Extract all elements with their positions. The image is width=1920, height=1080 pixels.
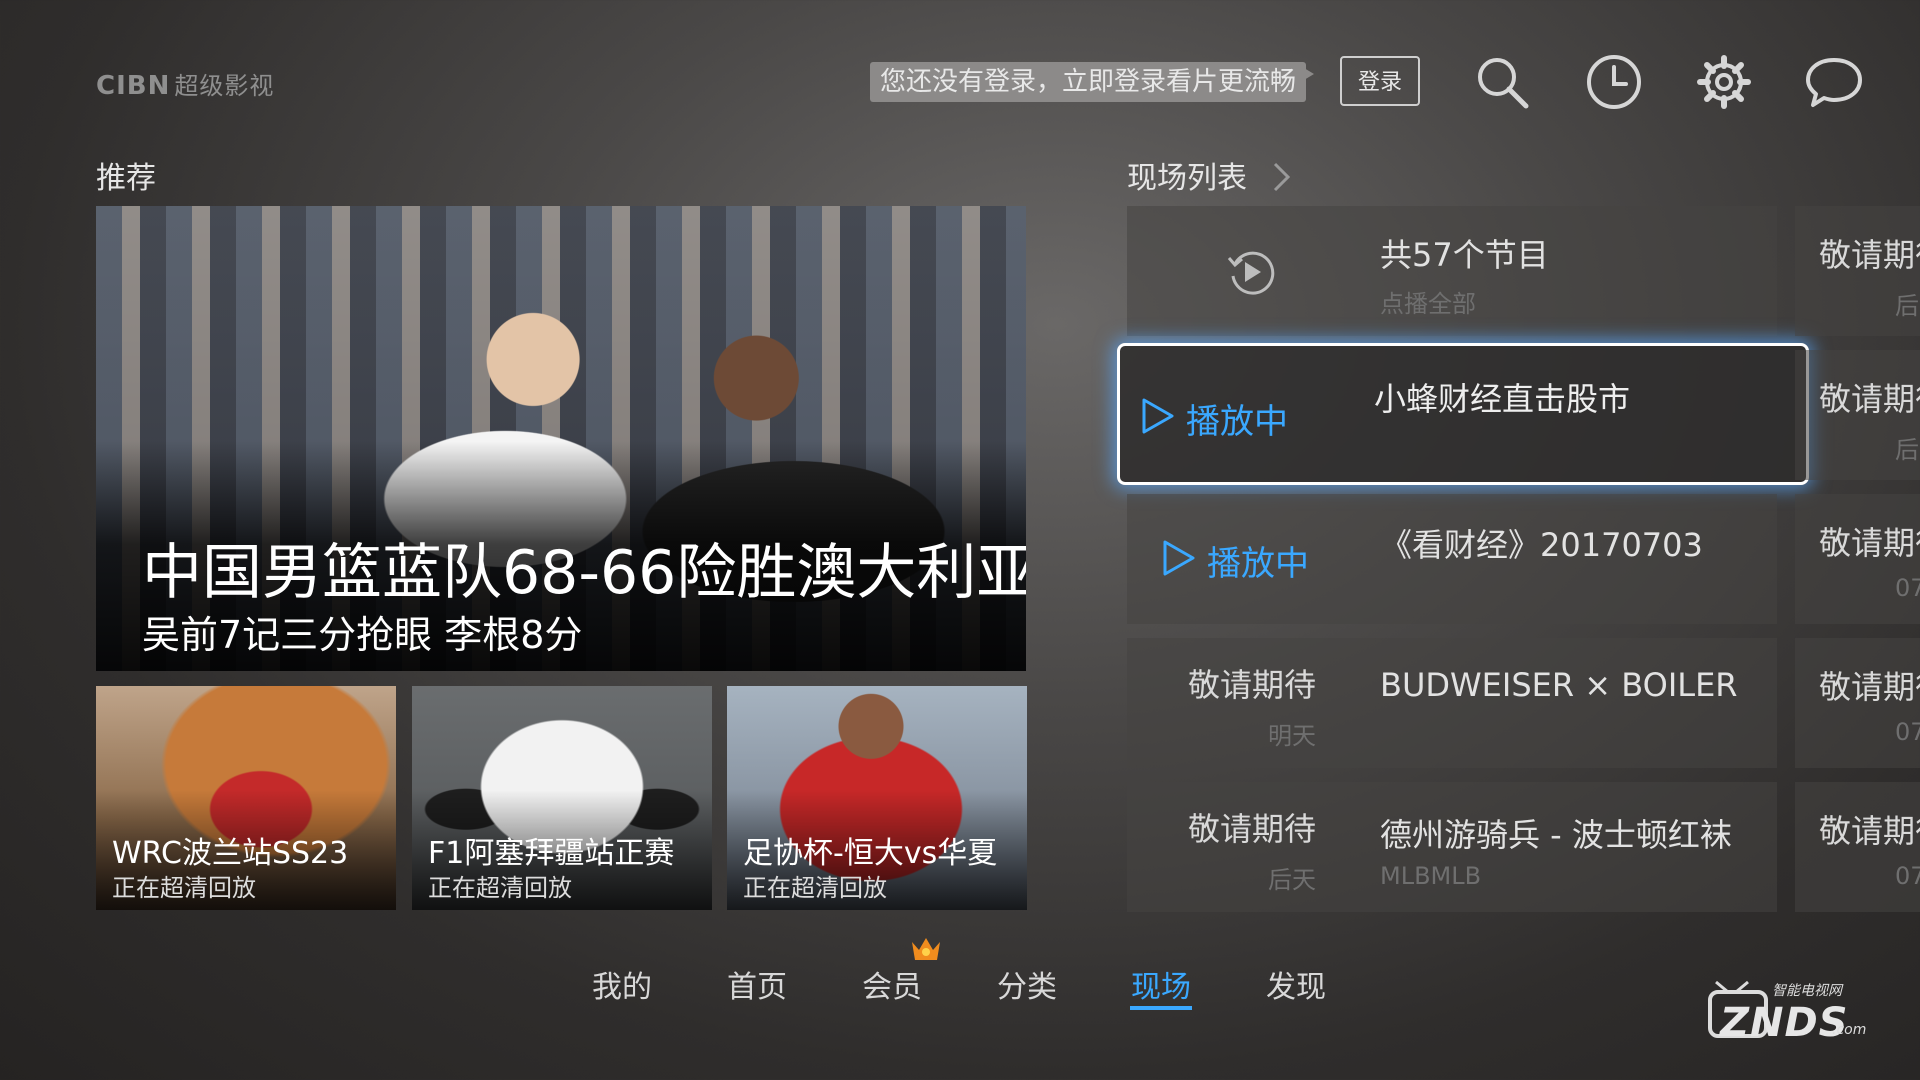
live-list-label: 现场列表 (1127, 161, 1247, 196)
app-logo: CIBN 超级影视 (96, 66, 274, 101)
nav-item-category[interactable]: 分类 (997, 962, 1057, 1006)
side-card[interactable]: 敬请期待 07- (1795, 494, 1920, 624)
side-sub: 后天 (1895, 436, 1920, 464)
vip-crown-icon (912, 938, 940, 960)
thumb-subtitle: 正在超清回放 (743, 874, 887, 902)
nav-item-mine[interactable]: 我的 (592, 962, 652, 1006)
login-tip: 您还没有登录，立即登录看片更流畅 (870, 62, 1315, 102)
message-bubble-icon[interactable] (1804, 52, 1864, 112)
logo-brand: CIBN (96, 71, 171, 101)
row-title: 小蜂财经直击股市 (1374, 380, 1631, 418)
thumb-title: 足协杯-恒大vs华夏 (743, 836, 998, 871)
row-tag-block: 敬请期待 明天 (1127, 660, 1377, 751)
row-title: BUDWEISER × BOILER ROOM (1380, 666, 1750, 704)
nav-item-live[interactable]: 现场 (1131, 962, 1191, 1006)
watermark-top-text: 智能电视网 (1772, 983, 1842, 999)
row-subtitle: MLBMLB (1380, 862, 1482, 890)
watermark-brand: ZNDS (1720, 1000, 1849, 1046)
play-icon (1142, 398, 1174, 434)
logo-text: 超级影视 (174, 72, 275, 100)
row-tag-block: 敬请期待 后天 (1127, 804, 1377, 895)
settings-gear-icon[interactable] (1694, 52, 1754, 112)
thumb-title: WRC波兰站SS23 (112, 836, 349, 871)
side-card[interactable]: 敬请期待 07- (1795, 638, 1920, 768)
side-sub: 07- (1895, 862, 1920, 890)
live-row-focused[interactable]: 播放中 小蜂财经直击股市 (1117, 343, 1809, 485)
history-clock-icon[interactable] (1584, 52, 1644, 112)
nav-item-vip[interactable]: 会员 (862, 962, 922, 1006)
side-title: 敬请期待 (1819, 236, 1920, 274)
side-title: 敬请期待 (1819, 812, 1920, 850)
thumb-card-f1[interactable]: F1阿塞拜疆站正赛 正在超清回放 (412, 686, 712, 910)
row-tag: 敬请期待 (1187, 810, 1316, 848)
side-sub: 后天 (1895, 292, 1920, 320)
znds-watermark-logo: 智能电视网 ZNDS .com (1706, 978, 1876, 1050)
hero-subtitle: 吴前7记三分抢眼 李根8分 (142, 613, 583, 657)
live-row[interactable]: 播放中 《看财经》20170703 (1127, 494, 1777, 624)
row-title: 《看财经》20170703 (1380, 526, 1703, 564)
thumb-subtitle: 正在超清回放 (112, 874, 256, 902)
side-sub: 07- (1895, 574, 1920, 602)
nav-active-underline (1130, 1006, 1192, 1010)
side-card[interactable]: 敬请期待 后天 (1795, 350, 1920, 480)
side-title: 敬请期待 (1819, 524, 1920, 562)
row-tag-sub: 后天 (1268, 866, 1316, 894)
live-row[interactable]: 敬请期待 后天 德州游骑兵 - 波士顿红袜 MLBMLB (1127, 782, 1777, 912)
side-card[interactable]: 敬请期待 后天 (1795, 206, 1920, 336)
row-tag-sub: 明天 (1268, 722, 1316, 750)
live-row-all[interactable]: 共57个节目 点播全部 (1127, 206, 1777, 336)
row-title: 德州游骑兵 - 波士顿红袜 (1380, 816, 1732, 854)
row-subtitle: 点播全部 (1380, 290, 1476, 318)
play-icon (1163, 540, 1195, 576)
row-title: 共57个节目 (1380, 236, 1549, 274)
side-title: 敬请期待 (1819, 380, 1920, 418)
live-row[interactable]: 敬请期待 明天 BUDWEISER × BOILER ROOM (1127, 638, 1777, 768)
login-button[interactable]: 登录 (1340, 56, 1420, 106)
nav-item-discover[interactable]: 发现 (1266, 962, 1326, 1006)
thumb-card-football[interactable]: 足协杯-恒大vs华夏 正在超清回放 (727, 686, 1027, 910)
row-tag: 敬请期待 (1187, 666, 1316, 704)
live-list-title[interactable]: 现场列表 (1127, 153, 1293, 197)
search-icon[interactable] (1472, 52, 1532, 112)
thumb-title: F1阿塞拜疆站正赛 (428, 836, 675, 871)
playing-label: 播放中 (1186, 402, 1288, 442)
playing-label: 播放中 (1207, 544, 1309, 584)
chevron-right-icon (1273, 162, 1290, 192)
replay-icon (1227, 251, 1275, 295)
side-card[interactable]: 敬请期待 07- (1795, 782, 1920, 912)
side-title: 敬请期待 (1819, 668, 1920, 706)
watermark-suffix: .com (1832, 1022, 1867, 1038)
nav-item-home[interactable]: 首页 (727, 962, 787, 1006)
hero-title: 中国男篮蓝队68-66险胜澳大利亚 (142, 538, 1026, 608)
thumb-subtitle: 正在超清回放 (428, 874, 572, 902)
recommend-title: 推荐 (96, 161, 156, 196)
thumb-card-wrc[interactable]: WRC波兰站SS23 正在超清回放 (96, 686, 396, 910)
hero-banner[interactable]: 中国男篮蓝队68-66险胜澳大利亚 吴前7记三分抢眼 李根8分 (96, 206, 1026, 671)
side-sub: 07- (1895, 718, 1920, 746)
